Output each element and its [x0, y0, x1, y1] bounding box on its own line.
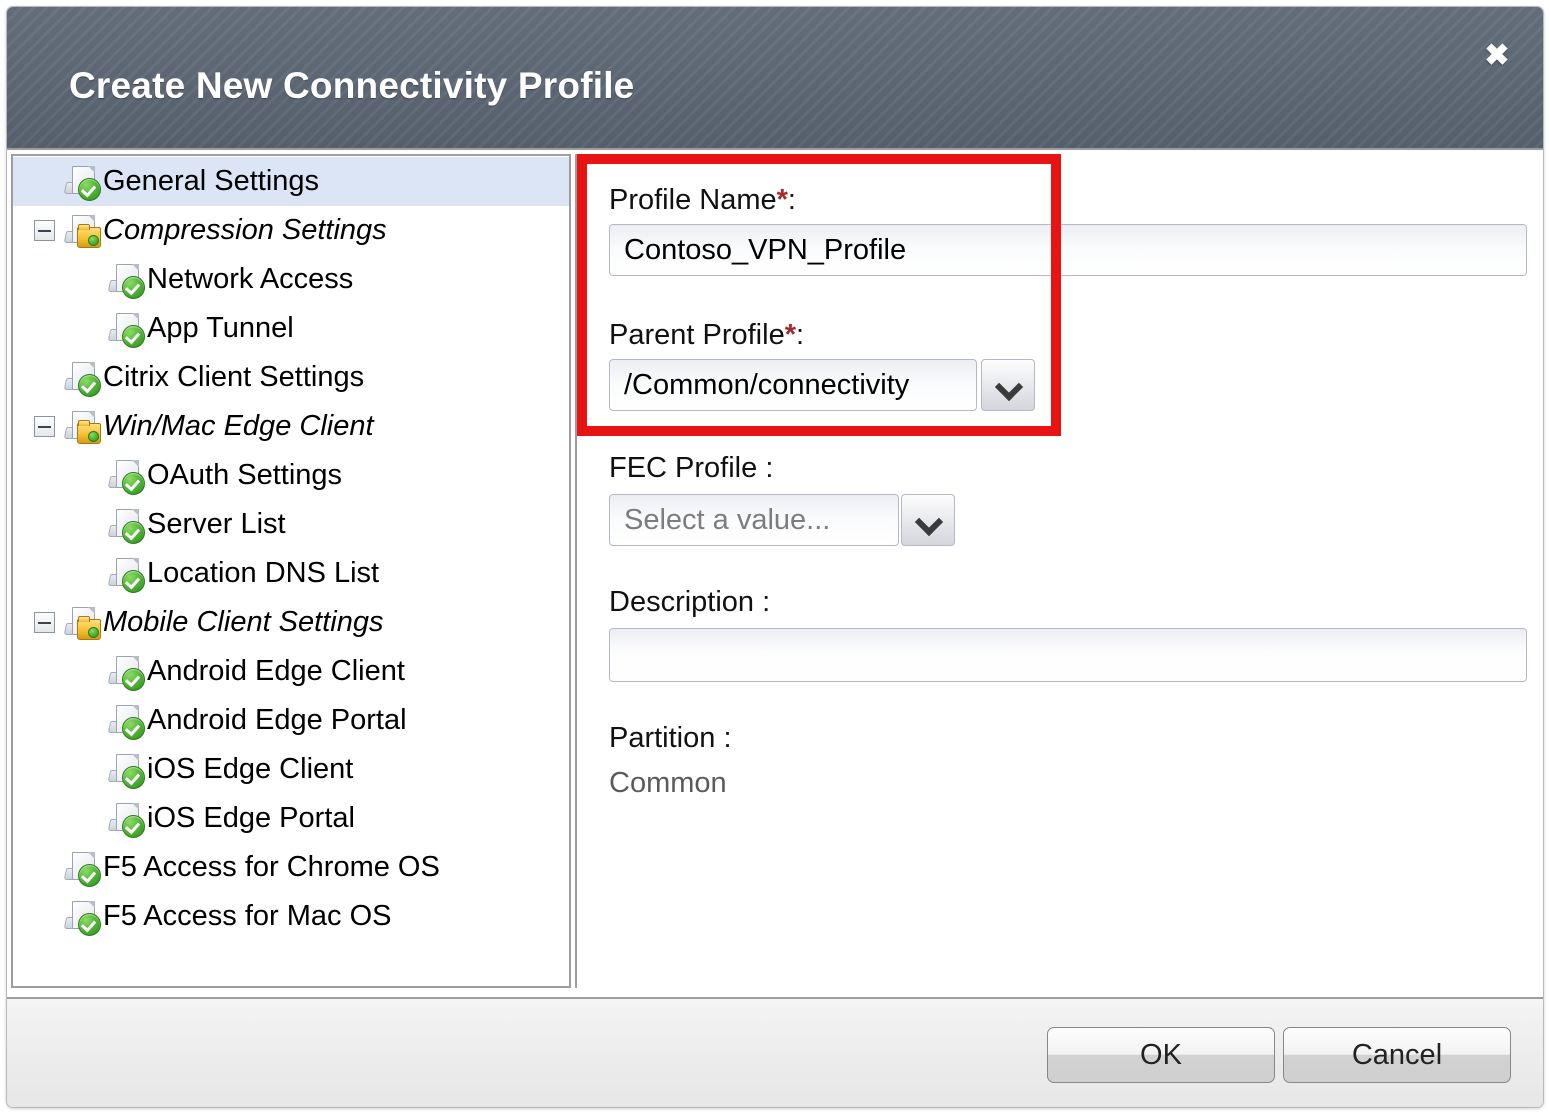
tree-item-android-edge-portal[interactable]: Android Edge Portal [13, 696, 569, 745]
fec-profile-dropdown-button[interactable] [901, 494, 955, 546]
page-check-icon [107, 556, 147, 593]
description-input[interactable] [609, 628, 1527, 682]
tree-item-ios-edge-client[interactable]: iOS Edge Client [13, 745, 569, 794]
chevron-down-icon [914, 507, 944, 537]
collapse-toggle-icon[interactable] [34, 611, 55, 633]
partition-label: Partition : [609, 722, 732, 754]
tree-item-label: Server List [147, 508, 286, 540]
tree-item-f5-access-for-mac-os[interactable]: F5 Access for Mac OS [13, 892, 569, 941]
collapse-toggle-icon[interactable] [34, 219, 55, 241]
dialog-titlebar: Create New Connectivity Profile ✖ [7, 7, 1543, 150]
tree-item-win-mac-edge-client[interactable]: Win/Mac Edge Client [13, 402, 569, 451]
tree-item-label: Compression Settings [103, 214, 387, 246]
tree-item-mobile-client-settings[interactable]: Mobile Client Settings [13, 598, 569, 647]
page-folder-icon [63, 605, 103, 641]
tree-item-network-access[interactable]: Network Access [13, 255, 569, 304]
parent-profile-dropdown-button[interactable] [981, 359, 1035, 411]
parent-profile-label-colon: : [796, 319, 805, 351]
page-folder-icon [63, 409, 103, 445]
page-check-icon [63, 164, 103, 201]
tree-item-label: Citrix Client Settings [103, 361, 365, 393]
settings-tree: General Settings Compression Settings Netw… [13, 156, 569, 941]
required-asterisk: * [784, 319, 796, 351]
tree-item-label: F5 Access for Mac OS [103, 900, 392, 932]
tree-item-android-edge-client[interactable]: Android Edge Client [13, 647, 569, 696]
partition-value: Common [609, 767, 727, 799]
tree-item-label: App Tunnel [147, 312, 294, 344]
required-asterisk: * [776, 184, 788, 216]
tree-item-label: General Settings [103, 165, 320, 197]
tree-item-oauth-settings[interactable]: OAuth Settings [13, 451, 569, 500]
tree-item-label: Location DNS List [147, 557, 380, 589]
tree-item-label: Mobile Client Settings [103, 606, 384, 638]
page-check-icon [107, 801, 147, 838]
tree-item-label: Android Edge Client [147, 655, 405, 687]
tree-item-label: Android Edge Portal [147, 704, 407, 736]
tree-item-location-dns-list[interactable]: Location DNS List [13, 549, 569, 598]
close-icon[interactable]: ✖ [1475, 35, 1519, 77]
tree-item-f5-access-for-chrome-os[interactable]: F5 Access for Chrome OS [13, 843, 569, 892]
page-check-icon [63, 899, 103, 936]
tree-item-label: iOS Edge Portal [147, 802, 355, 834]
profile-name-input[interactable]: Contoso_VPN_Profile [609, 224, 1527, 276]
tree-item-citrix-client-settings[interactable]: Citrix Client Settings [13, 353, 569, 402]
dialog-body: General Settings Compression Settings Netw… [7, 150, 1543, 995]
settings-tree-panel: General Settings Compression Settings Netw… [11, 154, 571, 988]
ok-button[interactable]: OK [1047, 1027, 1275, 1083]
profile-name-label-colon: : [787, 184, 796, 216]
tree-item-label: Win/Mac Edge Client [103, 410, 374, 442]
page-check-icon [107, 752, 147, 789]
page-check-icon [107, 654, 147, 691]
tree-item-server-list[interactable]: Server List [13, 500, 569, 549]
general-settings-form: Profile Name*: Contoso_VPN_Profile Paren… [575, 154, 1537, 988]
tree-item-label: F5 Access for Chrome OS [103, 851, 440, 883]
page-check-icon [63, 360, 103, 397]
tree-item-general-settings[interactable]: General Settings [13, 157, 569, 206]
tree-item-compression-settings[interactable]: Compression Settings [13, 206, 569, 255]
chevron-down-icon [994, 372, 1024, 402]
page-check-icon [107, 507, 147, 544]
cancel-button[interactable]: Cancel [1283, 1027, 1511, 1083]
tree-item-app-tunnel[interactable]: App Tunnel [13, 304, 569, 353]
tree-item-ios-edge-portal[interactable]: iOS Edge Portal [13, 794, 569, 843]
fec-profile-label: FEC Profile : [609, 452, 774, 484]
tree-item-label: OAuth Settings [147, 459, 343, 491]
fec-profile-input[interactable]: Select a value... [609, 494, 899, 546]
tree-item-label: Network Access [147, 263, 354, 295]
dialog-title: Create New Connectivity Profile [69, 65, 635, 106]
page-check-icon [107, 311, 147, 348]
create-connectivity-profile-dialog: Create New Connectivity Profile ✖ Genera… [6, 6, 1544, 1108]
page-folder-icon [63, 213, 103, 249]
page-check-icon [107, 458, 147, 495]
page-check-icon [63, 850, 103, 887]
parent-profile-label-text: Parent Profile [609, 319, 785, 351]
profile-name-label-text: Profile Name [609, 184, 777, 216]
parent-profile-label: Parent Profile*: [609, 319, 804, 352]
collapse-toggle-icon[interactable] [34, 415, 55, 437]
profile-name-label: Profile Name*: [609, 184, 796, 217]
description-label: Description : [609, 586, 771, 618]
page-check-icon [107, 262, 147, 299]
parent-profile-input[interactable]: /Common/connectivity [609, 359, 977, 411]
tree-item-label: iOS Edge Client [147, 753, 354, 785]
page-check-icon [107, 703, 147, 740]
dialog-footer: OK Cancel [7, 997, 1543, 1107]
